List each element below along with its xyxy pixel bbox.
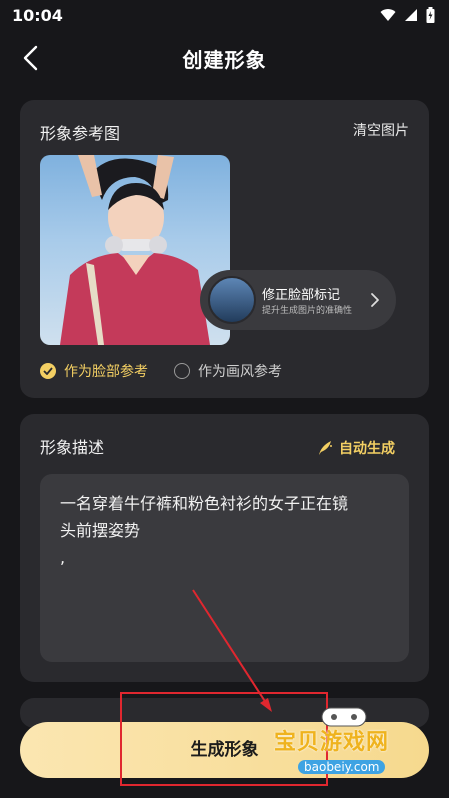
site-watermark: 宝贝游戏网 baobeiy.com [274,704,424,784]
signal-icon [405,9,417,21]
reference-mode-options: 作为脸部参考 作为画风参考 [40,361,282,381]
auto-generate-label: 自动生成 [339,441,395,457]
portrait-illustration [60,155,210,345]
status-icons [380,7,435,23]
face-thumbnail [208,276,256,324]
chevron-right-icon [371,293,379,307]
reference-photo[interactable] [40,155,230,345]
description-textarea[interactable]: 一名穿着牛仔裤和粉色衬衫的女子正在镜 头前摆姿势 , [40,474,409,662]
reference-title: 形象参考图 [40,124,121,143]
fix-face-marker-button[interactable]: 修正脸部标记 提升生成图片的准确性 [200,270,396,330]
check-icon [43,367,53,375]
face-reference-label[interactable]: 作为脸部参考 [64,361,148,381]
auto-generate-button[interactable]: 自动生成 [317,438,395,458]
clear-images-button[interactable]: 清空图片 [353,120,409,140]
watermark-url: baobeiy.com [298,760,386,774]
page-title: 创建形象 [182,48,267,72]
quill-icon [319,441,332,455]
status-bar: 10:04 [0,0,449,30]
fix-face-subtitle: 提升生成图片的准确性 [262,306,353,316]
reference-image-card: 形象参考图 清空图片 修正脸部标记 提升生成图片的准确性 作为脸部参考 作为画风… [20,100,429,398]
style-reference-label[interactable]: 作为画风参考 [198,361,282,381]
fix-face-title: 修正脸部标记 [262,288,341,303]
description-text: 一名穿着牛仔裤和粉色衬衫的女子正在镜 头前摆姿势 , [60,494,349,567]
face-reference-radio[interactable] [40,363,56,379]
watermark-text: 宝贝游戏网 [274,730,390,755]
wifi-icon [380,9,396,21]
description-card: 形象描述 自动生成 一名穿着牛仔裤和粉色衬衫的女子正在镜 头前摆姿势 , [20,414,429,682]
description-title: 形象描述 [40,438,105,457]
app-header: 创建形象 [0,36,449,80]
battery-icon [426,7,435,23]
status-time: 10:04 [12,6,63,25]
style-reference-radio[interactable] [174,363,190,379]
